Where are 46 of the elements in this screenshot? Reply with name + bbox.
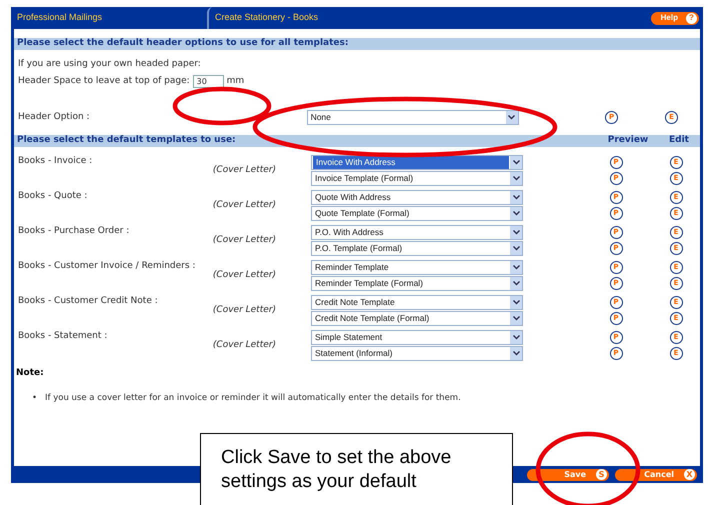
cancel-button[interactable]: Cancel X <box>615 468 697 480</box>
save-icon: S <box>596 469 607 480</box>
dropdown[interactable]: Simple Statement <box>311 330 523 345</box>
row-label: Books - Invoice : <box>18 156 92 166</box>
field-label: Header Option : <box>18 110 90 124</box>
dropdown[interactable]: Statement (Informal) <box>311 346 523 361</box>
intro-text: If you are using your own headed paper: <box>17 58 202 71</box>
dropdown[interactable]: Reminder Template (Formal) <box>311 276 523 291</box>
bullet: • <box>32 392 38 404</box>
row-label: Books - Quote : <box>18 191 88 201</box>
dropdown[interactable]: Invoice Template (Formal) <box>311 171 523 186</box>
column-header: Preview <box>606 134 650 148</box>
dropdown[interactable]: Quote With Address <box>311 190 523 205</box>
input-field[interactable]: 30 <box>192 74 224 88</box>
unit-label: mm <box>226 74 244 88</box>
field-label: Header Space to leave at top of page: <box>18 74 190 88</box>
dropdown[interactable]: Invoice With Address <box>311 155 523 170</box>
cover-letter-label: (Cover Letter) <box>212 270 276 280</box>
note-heading: Note: <box>16 367 44 380</box>
row-label: Books - Statement : <box>18 331 108 341</box>
row-label: Books - Customer Invoice / Reminders : <box>18 261 196 271</box>
cover-letter-label: (Cover Letter) <box>212 200 276 210</box>
cover-letter-label: (Cover Letter) <box>212 340 276 350</box>
row-label: Books - Customer Credit Note : <box>18 296 158 306</box>
tab[interactable]: Create Stationery - Books <box>207 7 324 29</box>
close-icon: X <box>684 469 695 480</box>
save-button[interactable]: Save S <box>527 468 609 480</box>
column-header: Edit <box>668 134 690 148</box>
dropdown[interactable]: Quote Template (Formal) <box>311 206 523 221</box>
cover-letter-label: (Cover Letter) <box>212 305 276 315</box>
help-button[interactable]: Help ? <box>650 12 699 24</box>
dropdown[interactable]: Credit Note Template (Formal) <box>311 311 523 326</box>
row-label: Books - Purchase Order : <box>18 226 130 236</box>
cover-letter-label: (Cover Letter) <box>212 165 276 175</box>
dropdown[interactable]: Credit Note Template <box>311 295 523 310</box>
section-heading: Please select the default header options to use for all templates: <box>14 38 700 50</box>
callout-text: Click Save to set the above settings as your default <box>200 433 513 505</box>
dropdown[interactable]: P.O. With Address <box>311 225 523 240</box>
cover-letter-label: (Cover Letter) <box>212 235 276 245</box>
help-icon: ? <box>686 12 697 24</box>
dropdown[interactable]: None <box>306 110 519 125</box>
dropdown[interactable]: Reminder Template <box>311 260 523 275</box>
section-heading: Please select the default templates to use: <box>17 134 236 148</box>
tab[interactable]: Professional Mailings <box>11 7 207 29</box>
note-text: If you use a cover letter for an invoice or reminder it will automatically enter the details for them. <box>45 392 461 404</box>
dropdown[interactable]: P.O. Template (Formal) <box>311 241 523 256</box>
